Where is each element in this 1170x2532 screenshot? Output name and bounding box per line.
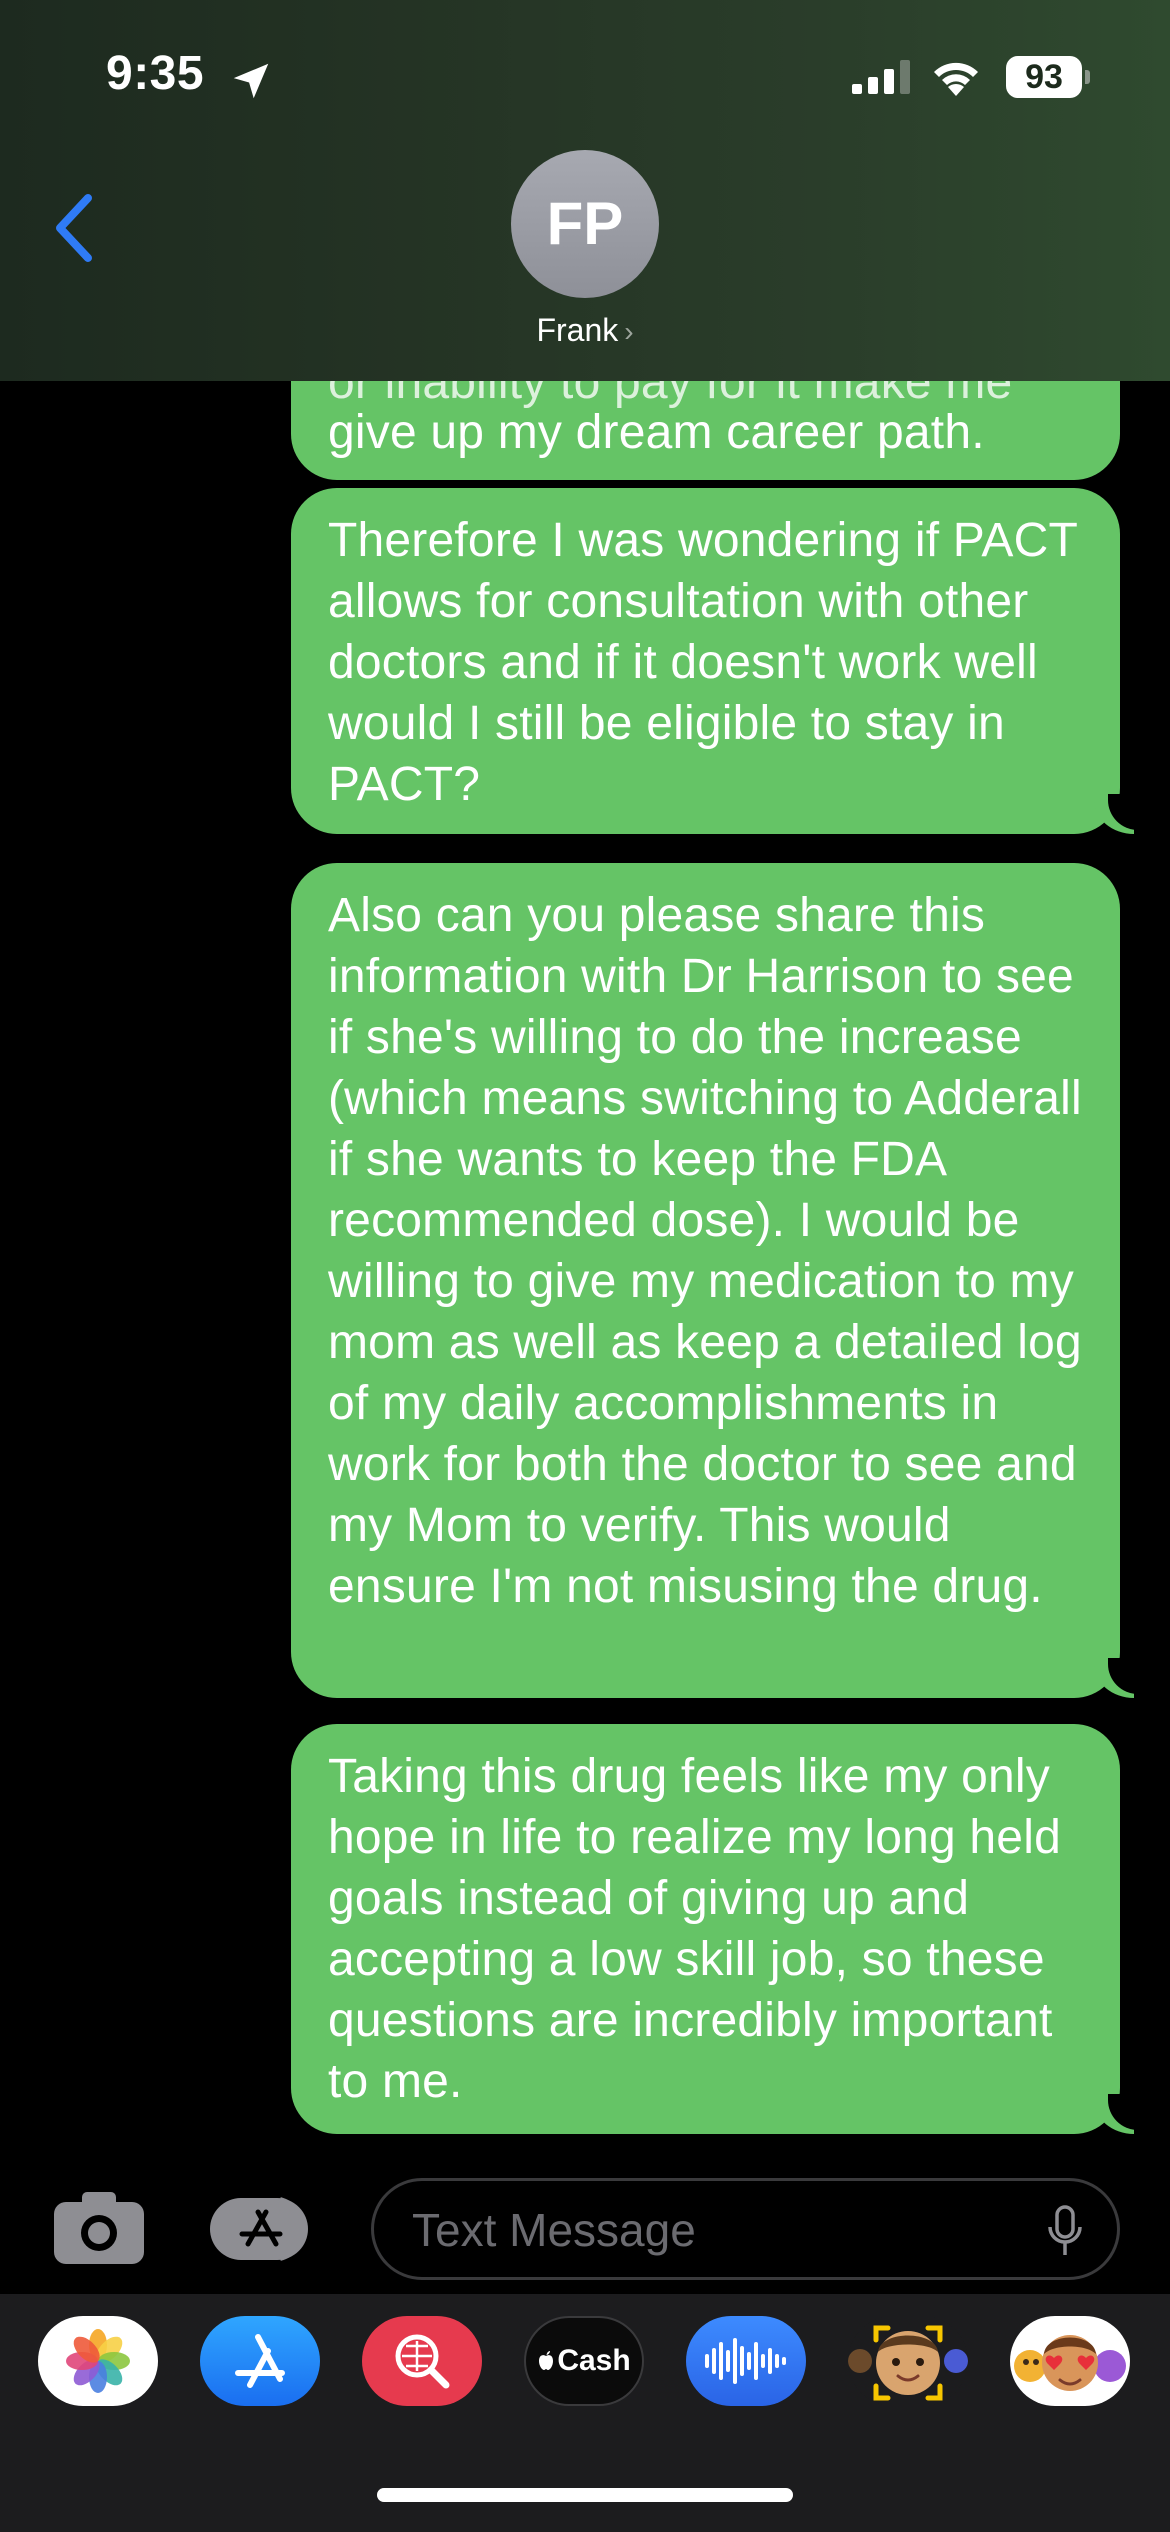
contact-name: Frank: [536, 312, 619, 348]
message-bubble[interactable]: Taking this drug feels like my only hope…: [291, 1724, 1134, 2134]
apple-cash-icon[interactable]: Cash: [524, 2316, 644, 2406]
contact-avatar[interactable]: FP: [511, 150, 659, 298]
microphone-icon[interactable]: [1047, 2205, 1083, 2257]
cellular-signal-icon: [852, 60, 910, 94]
bubble-tail: [1094, 1658, 1134, 1698]
message-input[interactable]: [410, 2181, 1014, 2279]
messages-screen: or inability to pay for it make me give …: [0, 0, 1170, 2532]
location-arrow-icon: [233, 63, 269, 99]
waveform-icon[interactable]: [686, 2316, 806, 2406]
status-time: 9:35: [106, 47, 205, 100]
memoji-icon[interactable]: [848, 2316, 968, 2406]
message-bubble[interactable]: Also can you please share this informati…: [291, 863, 1134, 1698]
message-text: Taking this drug feels like my only hope…: [328, 1750, 1061, 2108]
message-text: Therefore I was wondering if PACT allows…: [328, 514, 1078, 811]
contact-name-button[interactable]: Frank ›: [0, 312, 1170, 349]
compose-bar: [0, 2160, 1170, 2300]
memoji-stickers-icon[interactable]: [1010, 2316, 1130, 2406]
app-store-icon[interactable]: [208, 2196, 318, 2262]
photos-icon[interactable]: [38, 2316, 158, 2406]
wifi-icon: [934, 62, 978, 96]
conversation-header: 9:35 93 FP Frank ›: [0, 0, 1170, 381]
status-bar: 9:35 93: [0, 0, 1170, 150]
battery-indicator: 93: [1006, 56, 1082, 98]
app-store-icon[interactable]: [200, 2316, 320, 2406]
apple-cash-label: Cash: [557, 2344, 631, 2377]
back-chevron-icon[interactable]: [44, 188, 104, 268]
battery-cap: [1085, 70, 1090, 84]
bubble-tail: [1094, 2094, 1134, 2134]
camera-icon[interactable]: [52, 2190, 146, 2266]
home-indicator[interactable]: [377, 2488, 793, 2502]
bubble-tail: [1094, 794, 1134, 834]
message-text-field[interactable]: [371, 2178, 1120, 2280]
image-search-icon[interactable]: [362, 2316, 482, 2406]
message-text: give up my dream career path.: [328, 406, 985, 459]
chevron-right-icon: ›: [624, 316, 634, 347]
message-bubble[interactable]: Therefore I was wondering if PACT allows…: [291, 488, 1134, 834]
message-text: Also can you please share this informati…: [328, 889, 1082, 1613]
